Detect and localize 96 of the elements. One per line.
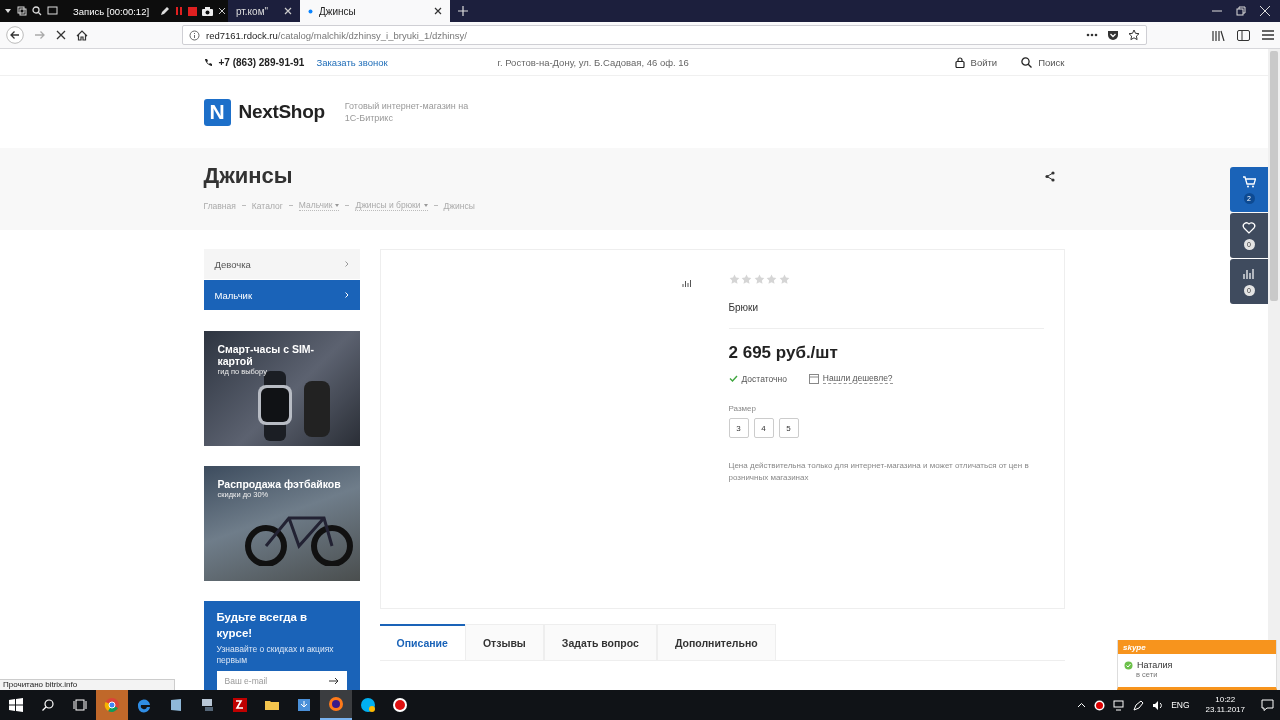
search-link[interactable]: Поиск bbox=[1038, 56, 1065, 68]
online-dot-icon bbox=[1124, 660, 1133, 670]
search-icon bbox=[1021, 56, 1033, 68]
pause-icon[interactable] bbox=[175, 6, 184, 16]
more-icon[interactable] bbox=[1086, 33, 1098, 37]
start-icon[interactable] bbox=[9, 698, 23, 712]
share-icon[interactable] bbox=[1044, 170, 1055, 182]
check-icon bbox=[728, 375, 738, 382]
compare-icon[interactable] bbox=[681, 279, 691, 287]
price-note: Цена действительна только для интернет-магазина и может отличаться от цен в розничных магазинах bbox=[728, 460, 1030, 484]
app-icon bbox=[168, 697, 184, 713]
stop-icon[interactable] bbox=[188, 6, 198, 16]
sidebar-icon[interactable] bbox=[1237, 29, 1250, 41]
language-indicator[interactable]: ENG bbox=[1171, 700, 1190, 710]
sidebar-item[interactable]: Мальчик bbox=[203, 280, 360, 310]
library-icon[interactable] bbox=[1212, 29, 1225, 41]
recording-timer: Запись [00:00:12] bbox=[73, 5, 150, 17]
heart-icon bbox=[1242, 221, 1256, 235]
clock[interactable]: 10:22 23.11.2017 bbox=[1205, 695, 1245, 715]
callback-link[interactable]: Заказать звонок bbox=[316, 56, 388, 68]
sidebar-item[interactable]: Девочка bbox=[203, 249, 360, 279]
chevron-icon bbox=[344, 261, 349, 267]
address-text: г. Ростов-на-Дону, ул. Б.Садовая, 46 оф. 16 bbox=[497, 56, 689, 68]
size-option[interactable]: 4 bbox=[753, 418, 774, 438]
arrow-icon[interactable] bbox=[328, 677, 339, 685]
address-field[interactable]: red7161.rdock.ru/catalog/malchik/dzhinsy_i_bryuki_1/dzhinsy/ bbox=[182, 25, 1147, 45]
product-price: 2 695 руб./шт bbox=[728, 343, 839, 363]
record-icon bbox=[392, 697, 408, 713]
star-icon bbox=[753, 274, 765, 285]
subscribe-title: Будьте всегда в курсе! bbox=[216, 610, 309, 641]
app-icon bbox=[296, 697, 312, 713]
calendar-icon bbox=[808, 373, 819, 384]
search-icon[interactable] bbox=[32, 6, 42, 16]
menu-icon[interactable] bbox=[1262, 30, 1274, 40]
contact-name: Наталия bbox=[1137, 660, 1173, 670]
loading-dot-icon bbox=[308, 8, 313, 14]
bar-chart-icon bbox=[1242, 267, 1256, 281]
network-icon[interactable] bbox=[1113, 699, 1126, 711]
page-title: Джинсы bbox=[203, 163, 293, 189]
status-text: Прочитано bitrix.info bbox=[0, 679, 175, 690]
pencil-icon[interactable] bbox=[160, 6, 171, 16]
dropdown-icon[interactable] bbox=[4, 7, 12, 15]
caret-icon bbox=[335, 203, 340, 207]
pen-icon[interactable] bbox=[1133, 699, 1145, 711]
star-icon bbox=[728, 274, 740, 285]
star-icon[interactable] bbox=[1128, 29, 1140, 41]
phone-number: +7 (863) 289-91-91 bbox=[218, 56, 305, 68]
tab[interactable]: Отзывы bbox=[464, 624, 544, 660]
home-icon[interactable] bbox=[76, 29, 88, 41]
chevron-up-icon[interactable] bbox=[1077, 702, 1087, 708]
found-cheaper-link[interactable]: Нашли дешевле? bbox=[822, 373, 893, 384]
logo-text[interactable]: NextShop bbox=[238, 101, 325, 123]
lock-icon bbox=[954, 56, 965, 68]
info-icon[interactable] bbox=[189, 29, 200, 41]
size-option[interactable]: 3 bbox=[728, 418, 749, 438]
back-icon[interactable] bbox=[6, 26, 24, 44]
star-icon bbox=[766, 274, 777, 285]
browser-icon bbox=[328, 696, 344, 712]
app-icon bbox=[232, 697, 248, 713]
cart-icon bbox=[1242, 175, 1256, 189]
close-icon[interactable] bbox=[434, 7, 442, 15]
restore-icon[interactable] bbox=[1236, 6, 1246, 16]
chat-logo: skype bbox=[1123, 642, 1146, 652]
volume-icon[interactable] bbox=[1152, 699, 1164, 711]
product-name: Брюки bbox=[728, 302, 760, 313]
stock-status: Достаточно bbox=[741, 373, 787, 384]
star-icon bbox=[778, 274, 790, 285]
browser-tab[interactable]: Джинсы bbox=[300, 0, 450, 22]
browser-icon bbox=[104, 697, 120, 713]
scrollbar[interactable] bbox=[1270, 51, 1278, 301]
caret-icon bbox=[423, 203, 428, 207]
computer-icon bbox=[200, 697, 216, 713]
pocket-icon[interactable] bbox=[1107, 29, 1119, 41]
subscribe-text: Узнавайте о скидках и акциях первым bbox=[216, 644, 335, 666]
banner-title: Смарт-часы с SIM-картой bbox=[217, 343, 316, 367]
logo-mark[interactable]: N bbox=[203, 98, 231, 126]
notification-icon[interactable] bbox=[1261, 699, 1274, 711]
windows-icon[interactable] bbox=[17, 6, 27, 16]
search-icon[interactable] bbox=[42, 699, 54, 711]
size-label: Размер bbox=[728, 404, 757, 413]
stop-loading-icon[interactable] bbox=[56, 30, 66, 40]
banner-title: Распродажа фэтбайков bbox=[217, 478, 342, 490]
new-tab-icon[interactable] bbox=[458, 6, 468, 16]
tab[interactable]: Дополнительно bbox=[656, 624, 776, 660]
size-option[interactable]: 5 bbox=[778, 418, 799, 438]
star-icon bbox=[741, 274, 752, 285]
login-link[interactable]: Войти bbox=[970, 56, 998, 68]
phone-icon bbox=[203, 57, 213, 67]
tab[interactable]: Задать вопрос bbox=[543, 624, 657, 660]
tagline: Готовый интернет-магазин на 1С-Битрикс bbox=[344, 100, 470, 124]
task-view-icon[interactable] bbox=[73, 699, 87, 711]
browser-icon bbox=[136, 697, 152, 713]
camera-icon[interactable] bbox=[202, 6, 214, 16]
screen-region-icon[interactable] bbox=[47, 6, 58, 16]
chevron-icon bbox=[344, 292, 349, 298]
record-icon[interactable] bbox=[1094, 699, 1106, 711]
